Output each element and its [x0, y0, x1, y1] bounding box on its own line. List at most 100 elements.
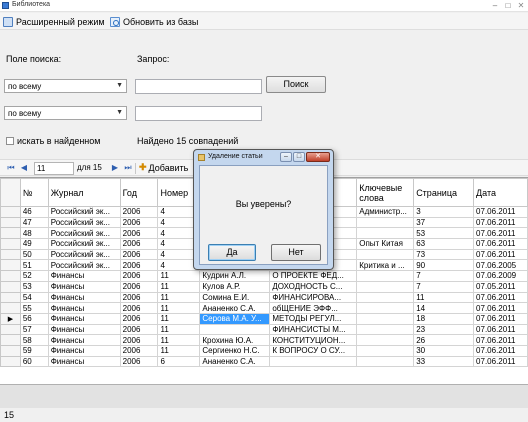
table-cell[interactable]: [269, 355, 358, 368]
table-cell[interactable]: 23: [413, 323, 475, 336]
search-field-combo-2[interactable]: по всему ▼: [4, 106, 127, 120]
column-header[interactable]: Журнал: [47, 178, 121, 207]
table-cell[interactable]: 2006: [119, 323, 159, 336]
table-row[interactable]: 52 Финансы 2006 11 Кудрин А.Л. О ПРОЕКТЕ ФЕД.…: [0, 270, 528, 282]
table-cell[interactable]: 63: [413, 238, 475, 250]
table-cell[interactable]: 51: [19, 259, 49, 272]
table-cell[interactable]: ФИНАНСИРОВА...: [269, 291, 358, 304]
table-cell[interactable]: 50: [19, 248, 49, 261]
table-cell[interactable]: 46: [19, 206, 49, 218]
table-cell[interactable]: 48: [19, 227, 49, 240]
column-header[interactable]: Дата: [473, 178, 528, 207]
table-cell[interactable]: Российский эк...: [47, 248, 121, 261]
table-cell[interactable]: 07.06.2011: [473, 323, 528, 336]
row-header[interactable]: [0, 323, 21, 336]
column-header[interactable]: Ключевые слова: [356, 178, 415, 207]
table-cell[interactable]: [356, 312, 415, 325]
table-cell[interactable]: 3: [413, 206, 475, 218]
table-cell[interactable]: Финансы: [47, 323, 121, 336]
minimize-button[interactable]: –: [490, 1, 500, 10]
table-cell[interactable]: Российский эк...: [47, 227, 121, 240]
row-header[interactable]: [0, 248, 21, 261]
table-cell[interactable]: 73: [413, 248, 475, 261]
table-cell[interactable]: Кулов А.Р.: [199, 280, 271, 293]
table-cell[interactable]: 6: [157, 355, 201, 368]
table-cell[interactable]: КОНСТИТУЦИОН...: [269, 334, 358, 346]
table-cell[interactable]: 07.06.2011: [473, 206, 528, 218]
search-in-found-checkbox[interactable]: [6, 137, 14, 145]
table-cell[interactable]: 07.06.2011: [473, 334, 528, 346]
table-cell[interactable]: 49: [19, 238, 49, 250]
table-cell[interactable]: 11: [157, 344, 201, 357]
row-header[interactable]: [0, 280, 21, 293]
table-cell[interactable]: 54: [19, 291, 49, 304]
table-row[interactable]: 55 Финансы 2006 11 Ананенко С.А. обЩЕНИЕ ЭФФ.…: [0, 302, 528, 314]
close-button[interactable]: ✕: [516, 1, 526, 10]
position-input[interactable]: 11: [34, 162, 74, 175]
table-cell[interactable]: [356, 291, 415, 304]
table-cell[interactable]: [356, 302, 415, 314]
table-cell[interactable]: 2006: [119, 227, 159, 240]
table-cell[interactable]: 2006: [119, 344, 159, 357]
table-cell[interactable]: Финансы: [47, 280, 121, 293]
table-cell[interactable]: Финансы: [47, 270, 121, 282]
row-header[interactable]: [0, 302, 21, 314]
move-first-icon[interactable]: ⏮: [6, 163, 16, 173]
row-header[interactable]: [0, 206, 21, 218]
table-cell[interactable]: Финансы: [47, 291, 121, 304]
table-cell[interactable]: [356, 355, 415, 368]
yes-button[interactable]: Да: [208, 244, 256, 261]
advanced-mode-button[interactable]: Расширенный режим: [3, 16, 105, 28]
table-cell[interactable]: 07.06.2011: [473, 312, 528, 325]
table-row[interactable]: 53 Финансы 2006 11 Кулов А.Р. ДОХОДНОСТЬ С...…: [0, 280, 528, 293]
table-cell[interactable]: 53: [413, 227, 475, 240]
table-cell[interactable]: Финансы: [47, 344, 121, 357]
table-cell[interactable]: 11: [157, 323, 201, 336]
table-cell[interactable]: 18: [413, 312, 475, 325]
row-header[interactable]: [0, 259, 21, 272]
table-row[interactable]: 54 Финансы 2006 11 Сомина Е.И. ФИНАНСИРОВА...…: [0, 291, 528, 304]
table-cell[interactable]: 2006: [119, 302, 159, 314]
refresh-button[interactable]: Обновить из базы: [110, 16, 198, 28]
table-cell[interactable]: 52: [19, 270, 49, 282]
row-header[interactable]: ▶: [0, 312, 21, 325]
table-cell[interactable]: [356, 216, 415, 229]
add-button[interactable]: ✚ Добавить: [139, 162, 188, 173]
table-cell[interactable]: 07.06.2011: [473, 238, 528, 250]
table-cell[interactable]: 07.06.2011: [473, 216, 528, 229]
table-cell[interactable]: 59: [19, 344, 49, 357]
table-cell[interactable]: 11: [413, 291, 475, 304]
table-cell[interactable]: 33: [413, 355, 475, 368]
dialog-close-button[interactable]: ✕: [306, 152, 330, 162]
table-cell[interactable]: Российский эк...: [47, 238, 121, 250]
row-header[interactable]: [0, 334, 21, 346]
table-cell[interactable]: 2006: [119, 270, 159, 282]
table-row[interactable]: 59 Финансы 2006 11 Сергиенко Н.С. К ВОПРОСУ О…: [0, 344, 528, 357]
row-header[interactable]: [0, 291, 21, 304]
move-last-icon[interactable]: ⏭: [123, 163, 133, 173]
table-cell[interactable]: Опыт Китая: [356, 238, 415, 250]
query-input-2[interactable]: [135, 106, 262, 121]
table-cell[interactable]: Кудрин А.Л.: [199, 270, 271, 282]
table-cell[interactable]: [356, 280, 415, 293]
table-cell[interactable]: Финансы: [47, 334, 121, 346]
table-cell[interactable]: 07.06.2011: [473, 248, 528, 261]
table-cell[interactable]: 07.05.2011: [473, 280, 528, 293]
move-previous-icon[interactable]: ◀: [19, 163, 29, 173]
table-cell[interactable]: Финансы: [47, 355, 121, 368]
row-header[interactable]: [0, 238, 21, 250]
search-field-combo-1[interactable]: по всему ▼: [4, 79, 127, 93]
table-cell[interactable]: 11: [157, 291, 201, 304]
move-next-icon[interactable]: ▶: [110, 163, 120, 173]
table-cell[interactable]: 07.06.2011: [473, 302, 528, 314]
table-cell[interactable]: 07.06.2011: [473, 291, 528, 304]
table-cell[interactable]: 07.06.2009: [473, 270, 528, 282]
table-cell[interactable]: 26: [413, 334, 475, 346]
table-cell[interactable]: 2006: [119, 248, 159, 261]
table-cell[interactable]: Российский эк...: [47, 216, 121, 229]
table-cell[interactable]: [356, 227, 415, 240]
row-header[interactable]: [0, 216, 21, 229]
row-header[interactable]: [0, 344, 21, 357]
table-cell[interactable]: 11: [157, 270, 201, 282]
table-cell[interactable]: Финансы: [47, 302, 121, 314]
